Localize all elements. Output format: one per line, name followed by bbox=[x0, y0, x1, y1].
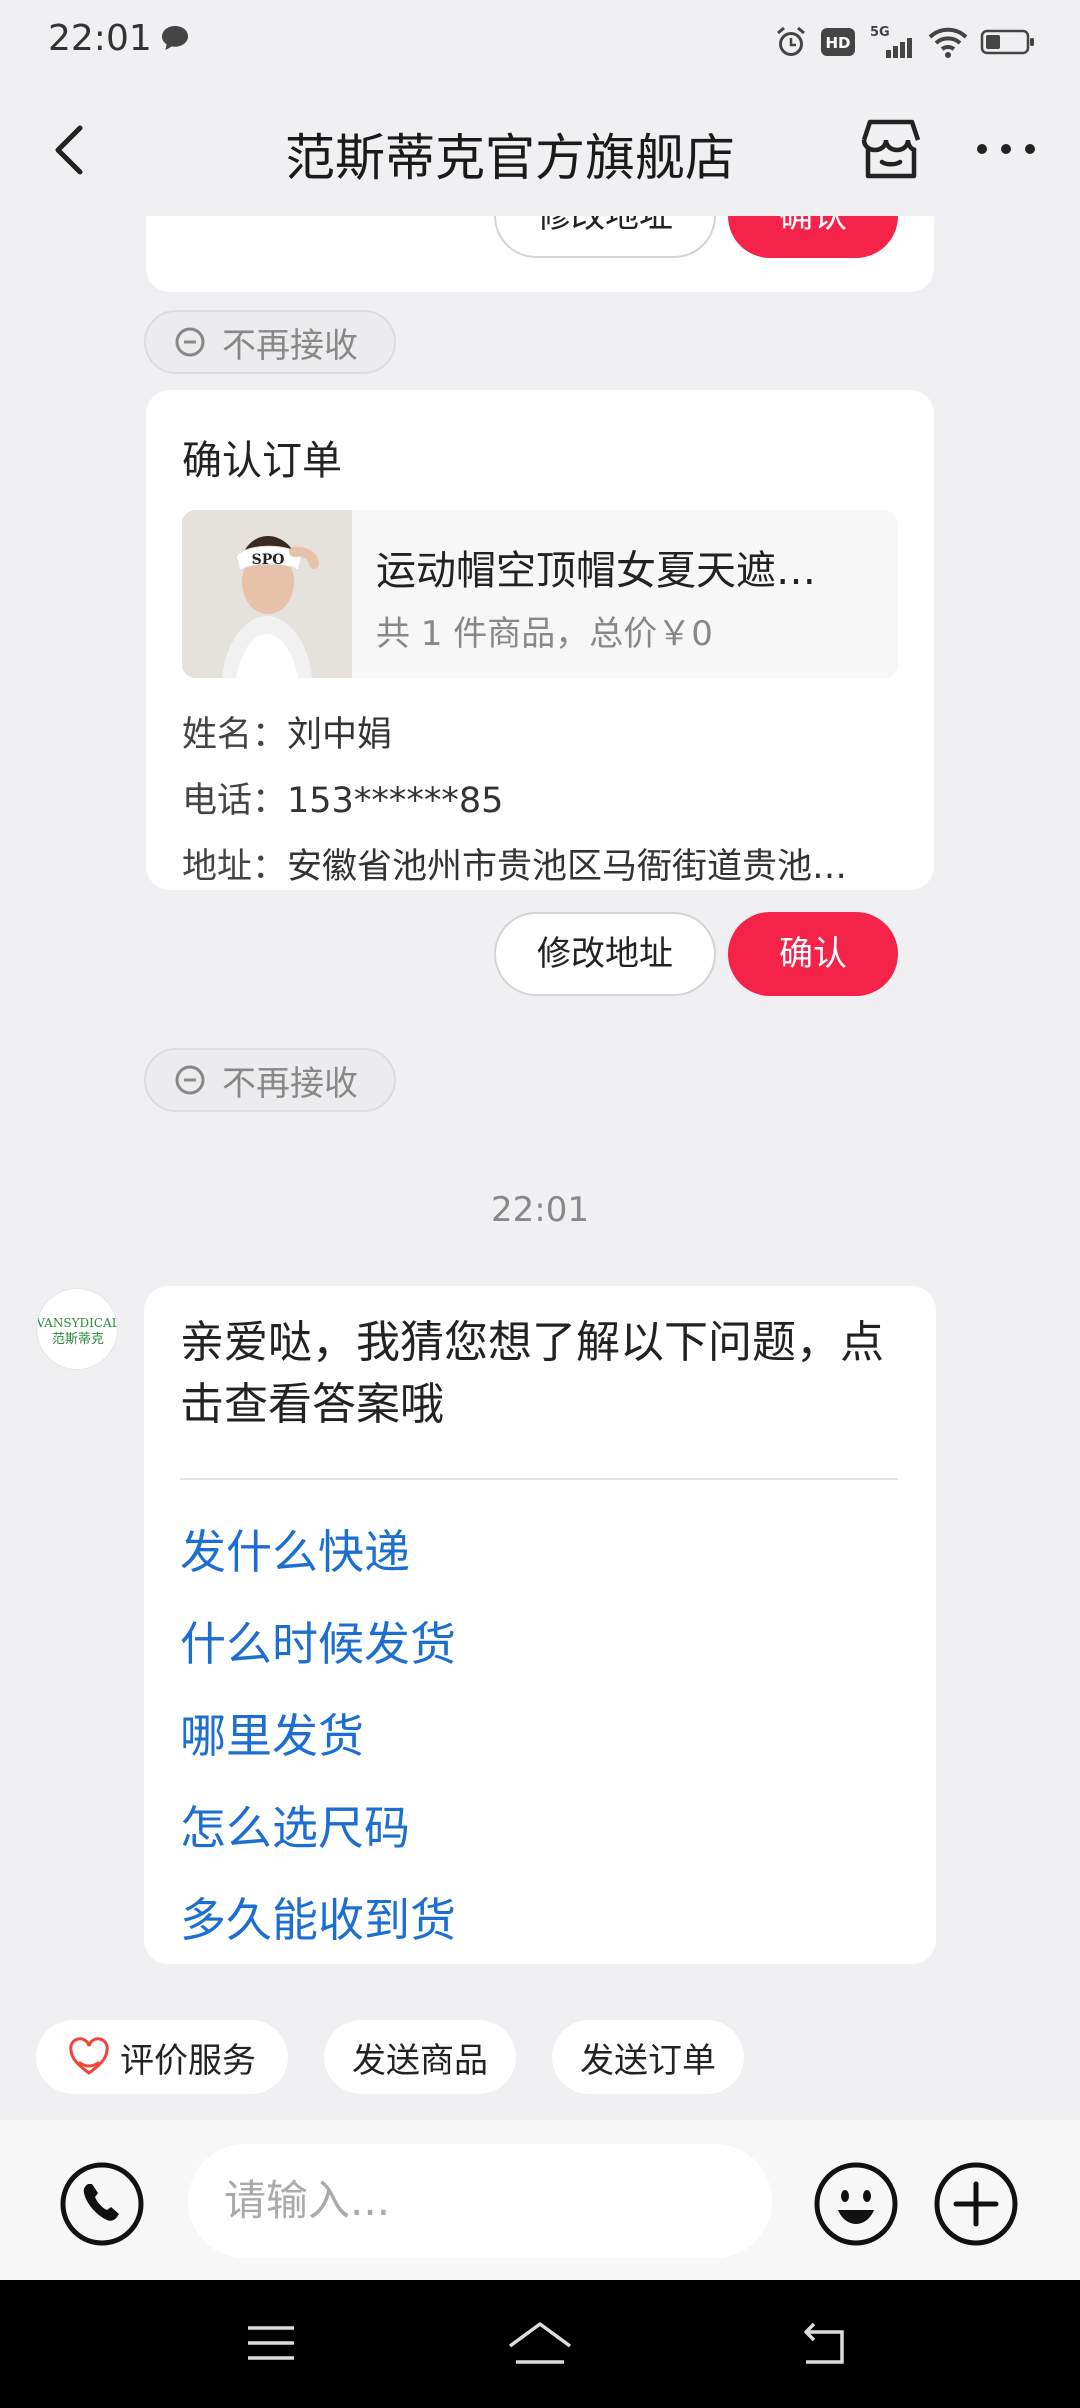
stop-receiving-button-2[interactable]: 不再接收 bbox=[144, 1048, 396, 1112]
order-card-title: 确认订单 bbox=[182, 438, 342, 484]
phone-value: 153******85 bbox=[287, 781, 504, 821]
faq-intro-text: 亲爱哒，我猜您想了解以下问题，点击查看答案哦 bbox=[180, 1317, 884, 1430]
phone-call-icon[interactable] bbox=[58, 2160, 146, 2248]
rate-service-button[interactable]: 评价服务 bbox=[36, 2020, 288, 2094]
faq-link-size[interactable]: 怎么选尺码 bbox=[180, 1792, 410, 1858]
shop-logo-icon: VANSYDICAL 范斯蒂克 bbox=[37, 1316, 118, 1347]
home-icon[interactable] bbox=[504, 2316, 576, 2370]
faq-link-express[interactable]: 发什么快递 bbox=[180, 1516, 410, 1582]
add-more-icon[interactable] bbox=[932, 2160, 1020, 2248]
product-thumbnail: SPO bbox=[182, 510, 352, 678]
recipient-phone: 电话：153******85 bbox=[182, 772, 503, 823]
modify-address-button[interactable]: 修改地址 bbox=[494, 912, 716, 996]
svg-text:5G: 5G bbox=[870, 25, 890, 40]
rate-service-label: 评价服务 bbox=[120, 2040, 256, 2081]
status-time: 22:01 bbox=[48, 18, 152, 59]
battery-icon bbox=[980, 29, 1034, 55]
send-product-button[interactable]: 发送商品 bbox=[324, 2020, 516, 2094]
message-input[interactable]: 请输入... bbox=[188, 2144, 772, 2258]
system-navigation-bar bbox=[0, 2280, 1080, 2408]
chat-messages: 修改地址 确认 不再接收 确认订单 SPO 运动帽空顶帽女夏天遮… 共 1 件商… bbox=[0, 216, 1080, 2116]
stop-receiving-label: 不再接收 bbox=[222, 1063, 358, 1104]
product-count-price: 共 1 件商品，总价￥0 bbox=[376, 614, 713, 654]
more-options-icon[interactable] bbox=[974, 134, 1038, 164]
stop-receiving-button[interactable]: 不再接收 bbox=[144, 310, 396, 374]
confirm-button-previous[interactable]: 确认 bbox=[728, 216, 898, 258]
minus-circle-icon bbox=[175, 1065, 205, 1095]
address-label: 地址： bbox=[182, 847, 288, 887]
product-name: 运动帽空顶帽女夏天遮… bbox=[376, 548, 816, 594]
wifi-icon bbox=[928, 27, 968, 58]
address-value: 安徽省池州市贵池区马衙街道贵池… bbox=[287, 847, 848, 887]
confirm-order-button[interactable]: 确认 bbox=[728, 912, 898, 996]
hd-icon: HD bbox=[821, 28, 855, 56]
svg-text:HD: HD bbox=[825, 34, 850, 52]
faq-link-delivery[interactable]: 多久能收到货 bbox=[180, 1884, 456, 1950]
message-timestamp: 22:01 bbox=[491, 1190, 589, 1230]
recipient-name: 姓名：刘中娟 bbox=[182, 706, 392, 757]
message-input-bar: 请输入... bbox=[0, 2120, 1080, 2280]
quick-actions-bar: 评价服务 发送商品 发送订单 bbox=[0, 2010, 1080, 2110]
message-notification-icon bbox=[162, 26, 188, 50]
cellular-signal-icon: 5G bbox=[870, 25, 912, 58]
menu-icon[interactable] bbox=[244, 2316, 298, 2370]
faq-link-ship-time[interactable]: 什么时候发货 bbox=[180, 1608, 456, 1674]
stop-receiving-label: 不再接收 bbox=[222, 325, 358, 366]
send-order-button[interactable]: 发送订单 bbox=[552, 2020, 744, 2094]
heart-hands-icon bbox=[69, 2037, 109, 2075]
phone-label: 电话： bbox=[182, 781, 288, 821]
emoji-icon[interactable] bbox=[812, 2160, 900, 2248]
product-summary[interactable]: SPO 运动帽空顶帽女夏天遮… 共 1 件商品，总价￥0 bbox=[182, 510, 898, 678]
chat-header: 范斯蒂克官方旗舰店 bbox=[0, 84, 1080, 216]
modify-address-button-previous[interactable]: 修改地址 bbox=[494, 216, 716, 258]
back-icon[interactable] bbox=[796, 2316, 852, 2370]
name-value: 刘中娟 bbox=[287, 715, 393, 755]
status-icons: HD 5G bbox=[774, 22, 1036, 62]
faq-divider bbox=[180, 1478, 898, 1480]
faq-link-ship-from[interactable]: 哪里发货 bbox=[180, 1700, 364, 1766]
svg-text:范斯蒂克: 范斯蒂克 bbox=[52, 1332, 104, 1347]
minus-circle-icon bbox=[175, 327, 205, 357]
svg-text:VANSYDICAL: VANSYDICAL bbox=[37, 1316, 118, 1330]
status-bar: 22:01 HD 5G bbox=[0, 0, 1080, 84]
alarm-icon bbox=[777, 26, 805, 56]
shop-avatar[interactable]: VANSYDICAL 范斯蒂克 bbox=[36, 1288, 118, 1370]
svg-text:SPO: SPO bbox=[252, 552, 285, 568]
recipient-address: 地址：安徽省池州市贵池区马衙街道贵池… bbox=[182, 838, 847, 889]
store-icon[interactable] bbox=[856, 116, 926, 182]
name-label: 姓名： bbox=[182, 715, 288, 755]
